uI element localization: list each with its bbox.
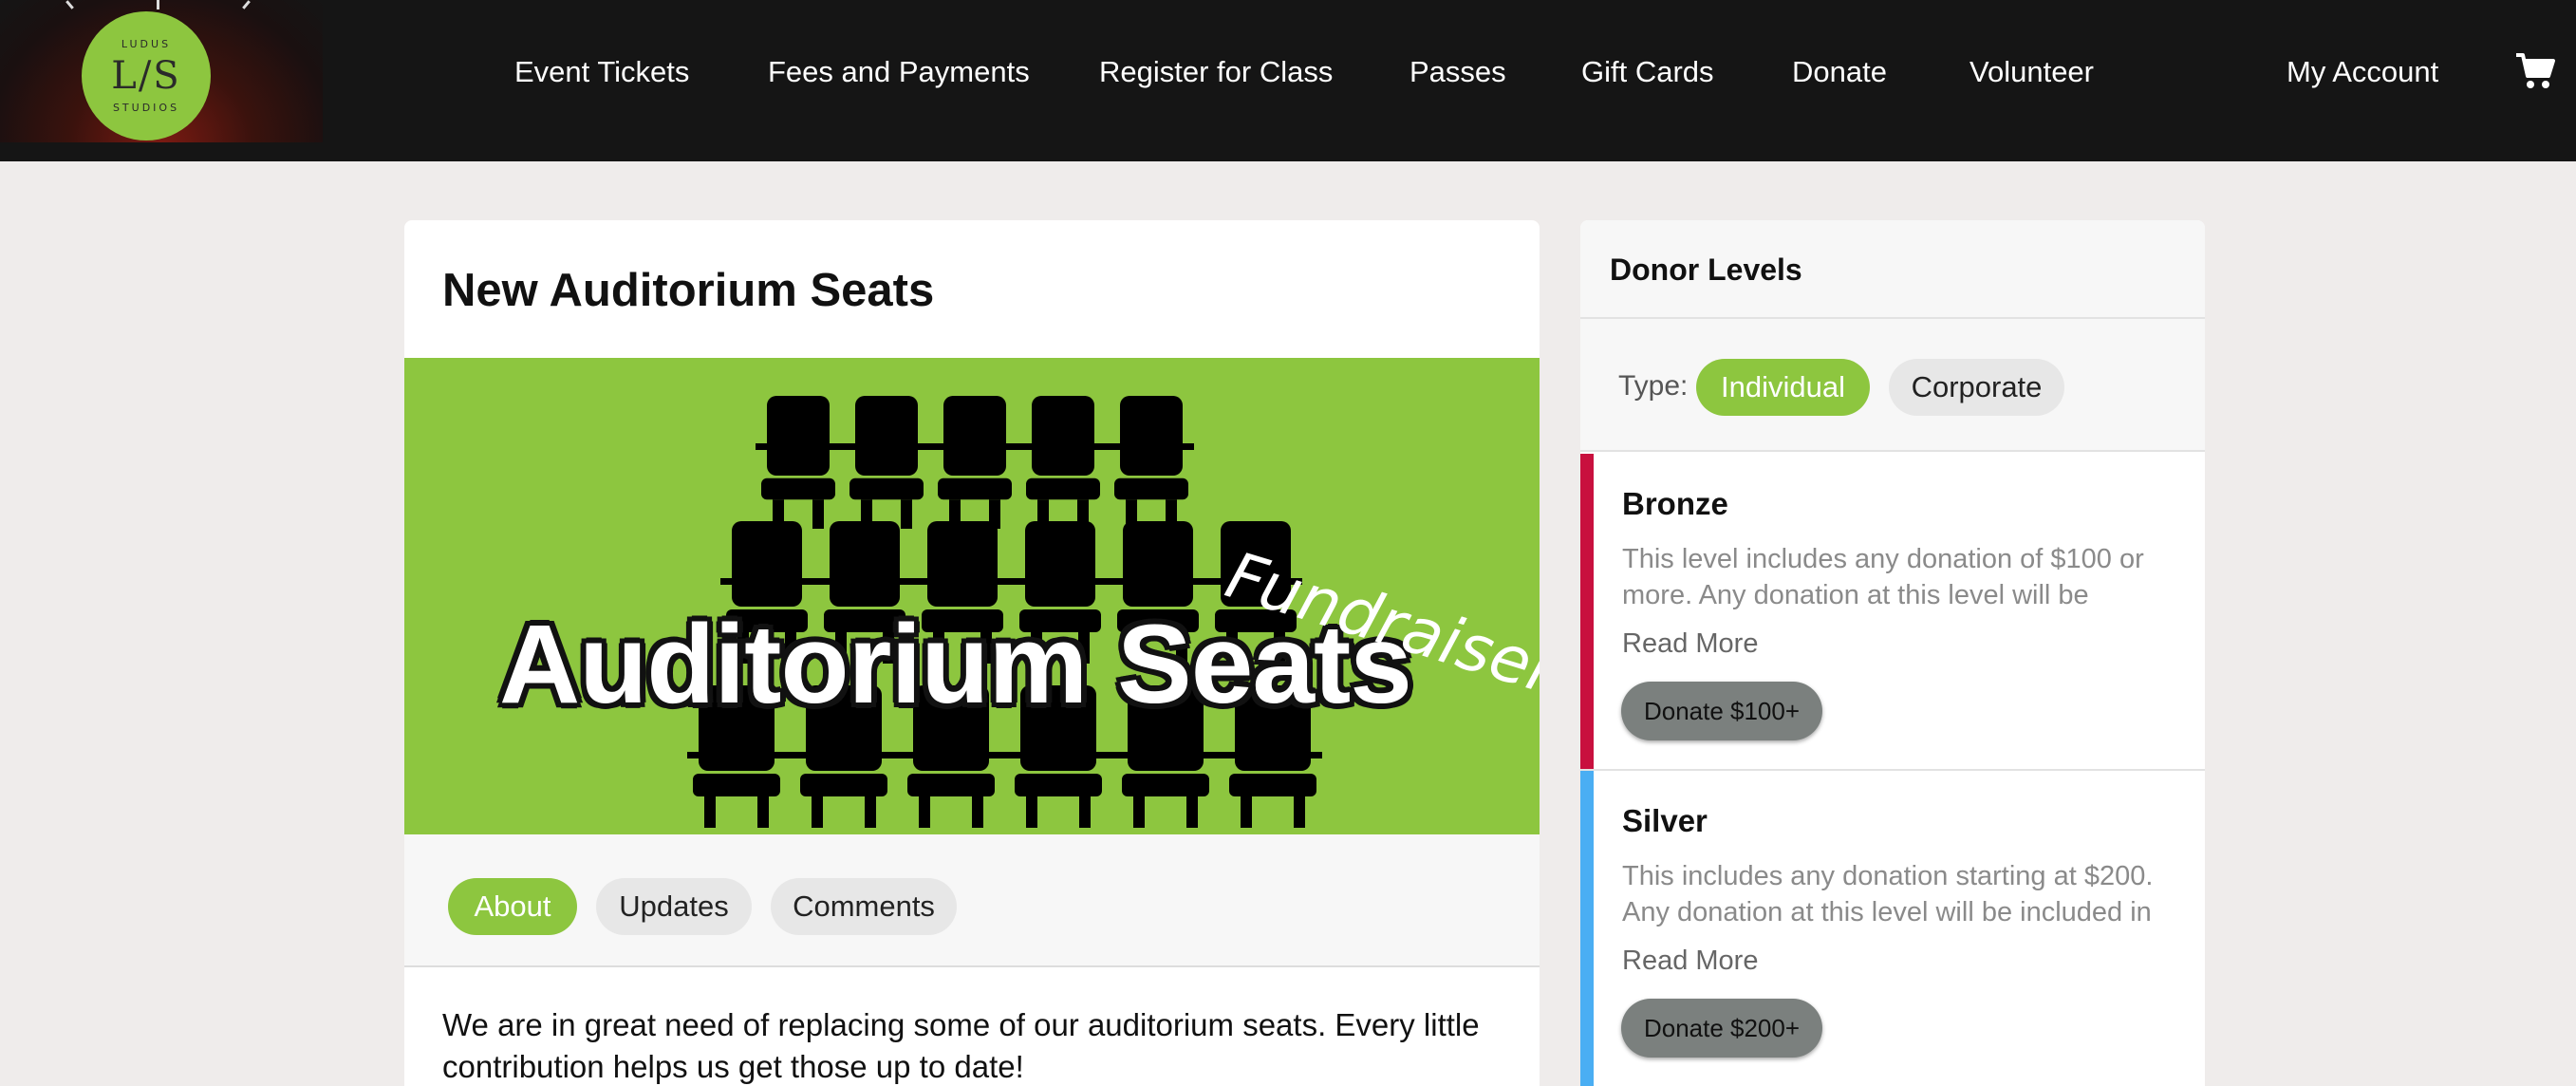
level-color-bar (1580, 454, 1594, 769)
level-description: This level includes any donation of $100… (1622, 544, 2144, 610)
nav-gift-cards[interactable]: Gift Cards (1581, 55, 1714, 89)
seat-row-rail (687, 752, 1322, 758)
ludus-studios-logo[interactable]: LUDUS L/S STUDIOS (82, 11, 211, 140)
level-color-bar (1580, 771, 1594, 1086)
donor-type-label: Type: (1618, 370, 1689, 402)
seat-silhouette (761, 396, 835, 529)
logo-text-bottom: STUDIOS (112, 102, 180, 114)
nav-my-account[interactable]: My Account (2287, 55, 2438, 89)
tab-comments[interactable]: Comments (771, 878, 957, 935)
logo-monogram: L/S (111, 54, 181, 98)
seat-silhouette (1114, 396, 1188, 529)
tab-about[interactable]: About (448, 878, 577, 935)
nav-volunteer[interactable]: Volunteer (1969, 55, 2094, 89)
read-more-link[interactable]: Read More (1622, 946, 1758, 977)
nav-donate[interactable]: Donate (1792, 55, 1887, 89)
type-individual[interactable]: Individual (1696, 359, 1870, 416)
top-navigation-bar: LUDUS L/S STUDIOS Event Tickets Fees and… (0, 0, 2576, 161)
level-name: Silver (1622, 803, 1708, 838)
nav-register-for-class[interactable]: Register for Class (1099, 55, 1333, 89)
donor-levels-heading: Donor Levels (1610, 253, 1802, 287)
seat-row-rail (720, 578, 1302, 585)
nav-passes[interactable]: Passes (1409, 55, 1506, 89)
seat-silhouette (849, 396, 924, 529)
donate-200-button[interactable]: Donate $200+ (1621, 999, 1822, 1058)
level-description: This includes any donation starting at $… (1622, 861, 2154, 927)
donor-levels-panel: Donor Levels Type: Individual Corporate … (1580, 220, 2205, 1086)
donor-levels-header: Donor Levels (1580, 220, 2205, 319)
type-corporate[interactable]: Corporate (1889, 359, 2064, 416)
campaign-banner-image: Auditorium Seats Fundraiser (404, 358, 1540, 834)
level-name: Bronze (1622, 486, 1728, 521)
campaign-title: New Auditorium Seats (442, 265, 935, 316)
seat-silhouette (1026, 396, 1100, 529)
nav-fees-and-payments[interactable]: Fees and Payments (768, 55, 1030, 89)
logo-text-top: LUDUS (121, 38, 172, 50)
read-more-link[interactable]: Read More (1622, 628, 1758, 660)
campaign-card: New Auditorium Seats Auditorium Seats Fu… (404, 220, 1540, 1086)
nav-event-tickets[interactable]: Event Tickets (514, 55, 689, 89)
tab-updates[interactable]: Updates (596, 878, 752, 935)
campaign-tab-bar: About Updates Comments (404, 834, 1540, 967)
donor-level-bronze: Bronze This level includes any donation … (1580, 454, 2205, 771)
donate-100-button[interactable]: Donate $100+ (1621, 682, 1822, 740)
donor-type-selector: Type: Individual Corporate (1580, 319, 2205, 452)
about-text: We are in great need of replacing some o… (442, 1007, 1480, 1084)
donor-level-silver: Silver This includes any donation starti… (1580, 771, 2205, 1086)
seat-silhouette (938, 396, 1012, 529)
shopping-cart-icon[interactable] (2514, 49, 2556, 91)
